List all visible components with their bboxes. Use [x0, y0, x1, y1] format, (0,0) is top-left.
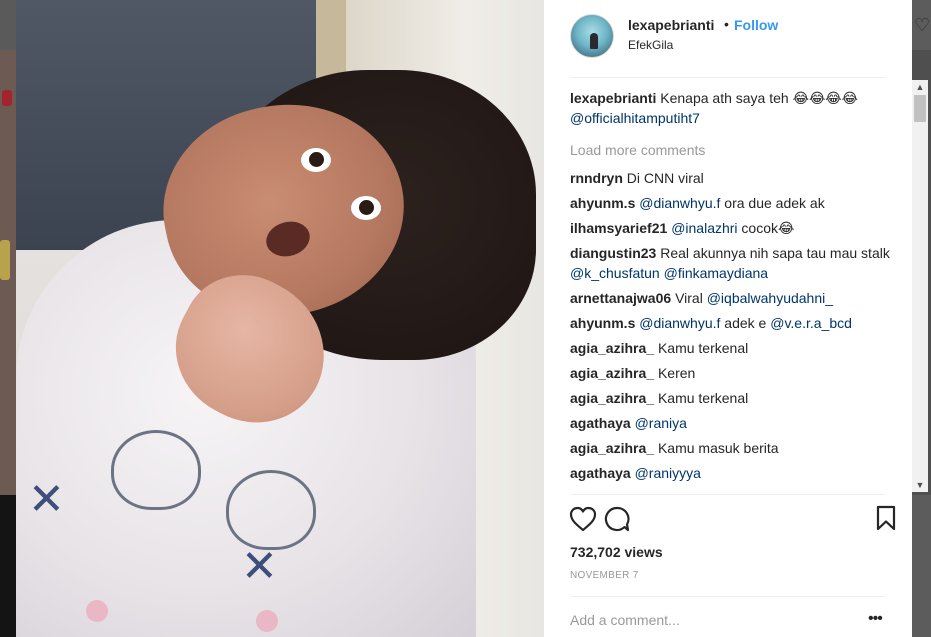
comment-username[interactable]: agia_azihra_: [570, 340, 654, 356]
comment-mention[interactable]: @finkamaydiana: [664, 265, 769, 281]
heart-icon[interactable]: [568, 504, 598, 534]
scrollbar-thumb[interactable]: [914, 95, 926, 122]
follow-button[interactable]: Follow: [734, 17, 778, 33]
post-date[interactable]: NOVEMBER 7: [570, 570, 639, 581]
comment-username[interactable]: diangustin23: [570, 245, 656, 261]
post-location[interactable]: EfekGila: [628, 38, 673, 52]
background-shape: [0, 240, 10, 280]
divider: [570, 494, 886, 495]
video-scene: [301, 148, 331, 172]
comment-row: ahyunm.s @dianwhyu.f ora due adek ak: [570, 193, 890, 213]
video-scene: [86, 600, 108, 622]
caption-text: Kenapa ath saya teh 😂😂😂😂: [660, 90, 859, 106]
bookmark-icon[interactable]: [876, 505, 896, 531]
comment-username[interactable]: rnndryn: [570, 170, 623, 186]
post-modal: ✕ ✕ lexapebrianti • Follow EfekGila lexa…: [16, 0, 928, 637]
comment-username[interactable]: agia_azihra_: [570, 440, 654, 456]
avatar[interactable]: [570, 14, 614, 58]
comment-rows: rnndryn Di CNN viral ahyunm.s @dianwhyu.f…: [570, 168, 890, 483]
comment-text: Di CNN viral: [626, 170, 704, 186]
video-scene: [111, 430, 201, 510]
comment-username[interactable]: ahyunm.s: [570, 315, 635, 331]
comment-row: rnndryn Di CNN viral: [570, 168, 890, 188]
more-options-icon[interactable]: •••: [868, 610, 883, 628]
comments-scrollbar[interactable]: ▲ ▼: [912, 80, 928, 492]
comment-username[interactable]: ilhamsyarief21: [570, 220, 667, 236]
video-scene: ✕: [28, 475, 65, 524]
comment-row: agia_azihra_ Kamu terkenal: [570, 388, 890, 408]
video-scene: [256, 610, 278, 632]
comment-text: Viral: [675, 290, 707, 306]
comment-mention[interactable]: @raniyyya: [635, 465, 701, 481]
post-caption: lexapebrianti Kenapa ath saya teh 😂😂😂😂 @…: [570, 88, 890, 128]
comment-row: arnettanajwa06 Viral @iqbalwahyudahni_: [570, 288, 890, 308]
caption-mention[interactable]: @officialhitamputiht7: [570, 110, 700, 126]
comment-username[interactable]: ahyunm.s: [570, 195, 635, 211]
background-post-left: [0, 50, 16, 495]
comment-username[interactable]: arnettanajwa06: [570, 290, 671, 306]
comment-text: Kamu terkenal: [657, 390, 749, 406]
comment-mention[interactable]: @inalazhri: [671, 220, 737, 236]
comment-username[interactable]: agathaya: [570, 465, 631, 481]
add-comment-field[interactable]: Add a comment...: [570, 612, 680, 628]
post-sidebar: lexapebrianti • Follow EfekGila lexapebr…: [544, 0, 928, 637]
video-scene: [351, 196, 381, 220]
comment-row: ilhamsyarief21 @inalazhri cocok😂: [570, 218, 890, 238]
video-scene: [226, 470, 316, 550]
comment-row: ahyunm.s @dianwhyu.f adek e @v.e.r.a_bcd: [570, 313, 890, 333]
comment-row: agathaya @raniyyya: [570, 463, 890, 483]
comment-mention[interactable]: @k_chusfatun: [570, 265, 660, 281]
scroll-down-arrow-icon[interactable]: ▼: [912, 478, 928, 492]
post-username[interactable]: lexapebrianti: [628, 17, 714, 33]
comment-mention[interactable]: @dianwhyu.f: [639, 195, 720, 211]
comment-username[interactable]: agathaya: [570, 415, 631, 431]
comment-text: Keren: [657, 365, 696, 381]
background-shape: [2, 90, 12, 106]
comment-row: agathaya @raniya: [570, 413, 890, 433]
comment-mention[interactable]: @raniya: [635, 415, 687, 431]
post-video[interactable]: ✕ ✕: [16, 0, 544, 637]
comment-mention[interactable]: @v.e.r.a_bcd: [770, 315, 852, 331]
comment-text: Kamu masuk berita: [657, 440, 779, 456]
comment-mention[interactable]: @iqbalwahyudahni_: [707, 290, 833, 306]
divider: [570, 77, 886, 78]
comment-text: Real akunnya nih sapa tau mau stalk: [660, 245, 890, 261]
comment-text: cocok😂: [737, 220, 795, 236]
comment-mention[interactable]: @dianwhyu.f: [639, 315, 720, 331]
comment-text: ora due adek ak: [720, 195, 825, 211]
comment-text: adek e: [720, 315, 771, 331]
comment-row: agia_azihra_ Keren: [570, 363, 890, 383]
comments-list[interactable]: lexapebrianti Kenapa ath saya teh 😂😂😂😂 @…: [570, 88, 890, 494]
comment-username[interactable]: agia_azihra_: [570, 390, 654, 406]
scroll-up-arrow-icon[interactable]: ▲: [912, 80, 928, 94]
divider: [570, 596, 886, 597]
view-count[interactable]: 732,702 views: [570, 544, 663, 560]
caption-username[interactable]: lexapebrianti: [570, 90, 656, 106]
speech-bubble-icon[interactable]: [603, 505, 631, 533]
video-scene: ✕: [241, 542, 278, 591]
comment-text: Kamu terkenal: [657, 340, 749, 356]
comment-username[interactable]: agia_azihra_: [570, 365, 654, 381]
comment-row: diangustin23 Real akunnya nih sapa tau m…: [570, 243, 890, 283]
post-header: lexapebrianti • Follow EfekGila: [544, 0, 912, 76]
load-more-comments-button[interactable]: Load more comments: [570, 140, 890, 160]
background-heart-icon[interactable]: ♡: [914, 16, 930, 34]
comment-row: agia_azihra_ Kamu terkenal: [570, 338, 890, 358]
separator-dot: •: [724, 16, 729, 32]
comment-row: agia_azihra_ Kamu masuk berita: [570, 438, 890, 458]
